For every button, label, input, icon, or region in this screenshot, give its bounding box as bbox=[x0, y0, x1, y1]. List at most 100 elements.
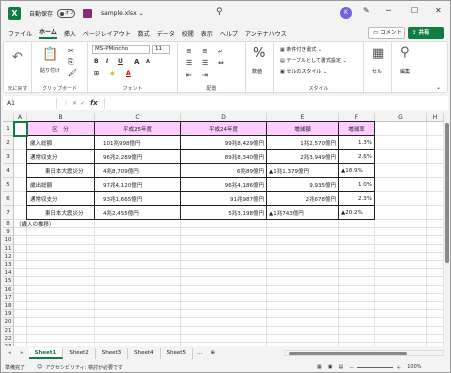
number-label[interactable]: 数値 bbox=[252, 68, 262, 75]
font-color-icon[interactable]: A bbox=[126, 70, 131, 77]
row-header-4[interactable]: 4 bbox=[3, 164, 14, 178]
font-size-select[interactable]: 11 bbox=[152, 45, 170, 54]
increase-font-icon[interactable]: A bbox=[134, 58, 139, 66]
column-header-h[interactable]: H bbox=[427, 113, 444, 122]
table-header-cell[interactable]: 区 分 bbox=[27, 122, 95, 136]
table-cell[interactable]: 1.0% bbox=[341, 178, 372, 192]
tab-view[interactable]: 表示 bbox=[201, 29, 213, 38]
row-header-3[interactable]: 3 bbox=[3, 150, 14, 164]
row-header-16[interactable]: 16 bbox=[3, 285, 14, 294]
comment-button[interactable]: ▭ コメント bbox=[368, 27, 405, 39]
save-icon[interactable] bbox=[83, 8, 93, 18]
zoom-slider[interactable] bbox=[357, 366, 394, 368]
decrease-font-icon[interactable]: A bbox=[146, 59, 150, 65]
align-top-icon[interactable]: ≡ bbox=[186, 47, 192, 55]
minimize-icon[interactable]: ─ bbox=[386, 6, 391, 15]
sheet-tab-3[interactable]: Sheet3 bbox=[96, 347, 129, 359]
bold-icon[interactable]: B bbox=[94, 58, 99, 65]
tab-data[interactable]: データ bbox=[157, 29, 175, 38]
row-header-5[interactable]: 5 bbox=[3, 178, 14, 192]
sheet-more-icon[interactable]: … bbox=[193, 350, 207, 356]
row-header-22[interactable]: 22 bbox=[3, 334, 14, 343]
sheet-tab-1[interactable]: Sheet1 bbox=[28, 347, 64, 359]
find-icon[interactable]: ⚲ bbox=[400, 45, 410, 60]
row-header-17[interactable]: 17 bbox=[3, 293, 14, 302]
row-header-20[interactable]: 20 bbox=[3, 318, 14, 327]
zoom-level[interactable]: 100% bbox=[407, 364, 421, 370]
page-layout-view-icon[interactable]: ▣ bbox=[328, 364, 333, 370]
sheet-next-icon[interactable]: ▸ bbox=[16, 350, 29, 356]
cells-icon[interactable]: ▦ bbox=[372, 46, 384, 61]
paste-label[interactable]: 貼り付け bbox=[40, 67, 60, 74]
row-header-14[interactable]: 14 bbox=[3, 269, 14, 278]
table-cell[interactable]: 2兆678億円 bbox=[269, 192, 337, 206]
vertical-scrollbar[interactable] bbox=[444, 113, 450, 346]
row-header-9[interactable]: 9 bbox=[3, 228, 14, 237]
tab-home[interactable]: ホーム bbox=[39, 27, 57, 39]
table-cell[interactable]: 2.6% bbox=[341, 150, 372, 164]
table-cell[interactable]: 96兆2,289億円 bbox=[103, 150, 179, 164]
table-cell[interactable]: 2兆3,949億円 bbox=[269, 150, 336, 164]
table-cell[interactable]: 4兆8,709億円 bbox=[103, 164, 179, 178]
tab-page-layout[interactable]: ページレイアウト bbox=[83, 29, 131, 38]
pen-icon[interactable]: ✎ bbox=[363, 6, 370, 15]
indent-icon[interactable]: ⇤ bbox=[186, 71, 192, 79]
cell-style-button[interactable]: ▣ セルのスタイル ⌄ bbox=[280, 68, 327, 75]
normal-view-icon[interactable]: ▦ bbox=[317, 364, 322, 370]
row-header-7[interactable]: 7 bbox=[3, 206, 14, 220]
table-header-cell[interactable]: 増減率 bbox=[339, 122, 375, 136]
cut-icon[interactable]: ✂ bbox=[68, 47, 74, 55]
row-header-21[interactable]: 21 bbox=[3, 326, 14, 335]
row-header-13[interactable]: 13 bbox=[3, 261, 14, 270]
spreadsheet-grid[interactable]: A B C D E F G H 1 2 3 4 5 6 7 8 9 10 11 12 13 14 15 16 17 18 19 20 2… bbox=[3, 113, 444, 346]
table-cell[interactable]: 1兆2,570億円 bbox=[269, 136, 336, 150]
merge-icon[interactable]: ⇔ bbox=[218, 59, 224, 67]
filename-chevron-icon[interactable]: ⌄ bbox=[139, 10, 144, 17]
table-header-cell[interactable]: 増減額 bbox=[267, 122, 339, 136]
tab-help[interactable]: ヘルプ bbox=[220, 29, 238, 38]
format-painter-icon[interactable]: 🖌 bbox=[68, 69, 77, 77]
table-cell[interactable]: ▲1兆1,379億円 bbox=[269, 164, 337, 178]
horizontal-scroll-thumb[interactable] bbox=[289, 352, 407, 355]
close-icon[interactable]: ✕ bbox=[435, 6, 442, 15]
underline-icon[interactable]: U bbox=[118, 58, 123, 65]
table-cell[interactable]: ▲1兆743億円 bbox=[269, 206, 337, 220]
table-cell[interactable]: 1.3% bbox=[341, 136, 372, 150]
autosave-toggle[interactable]: オフ bbox=[57, 8, 76, 18]
fill-color-icon[interactable]: ◆ bbox=[110, 70, 115, 77]
avatar[interactable]: K bbox=[340, 7, 352, 19]
tab-file[interactable]: ファイル bbox=[8, 29, 32, 38]
sheet-tab-4[interactable]: Sheet4 bbox=[128, 347, 161, 359]
row-header-8[interactable]: 8 bbox=[3, 220, 14, 229]
tab-review[interactable]: 校閲 bbox=[182, 29, 194, 38]
wrap-text-icon[interactable]: ⤶ bbox=[218, 47, 222, 56]
tab-antennahouse[interactable]: アンテナハウス bbox=[245, 29, 287, 38]
accessibility-status[interactable]: アクセシビリティ: 検討が必要です bbox=[45, 364, 123, 371]
table-header-cell[interactable]: 平成24年度 bbox=[181, 122, 267, 136]
table-cell[interactable]: 5兆3,198億円 bbox=[183, 206, 264, 220]
table-cell[interactable]: ▲20.2% bbox=[341, 206, 373, 220]
collapse-ribbon-icon[interactable]: ⌄ bbox=[436, 84, 441, 91]
table-cell[interactable]: 4兆2,455億円 bbox=[103, 206, 179, 220]
row-header-2[interactable]: 2 bbox=[3, 136, 14, 150]
align-middle-icon[interactable]: ≡ bbox=[202, 47, 208, 55]
zoom-out-icon[interactable]: － bbox=[349, 364, 354, 371]
accessibility-icon[interactable]: ☺ bbox=[37, 364, 42, 370]
align-left-icon[interactable]: ☰ bbox=[186, 59, 192, 67]
table-cell[interactable]: 101兆998億円 bbox=[103, 136, 179, 150]
table-cell[interactable]: 89兆8,340億円 bbox=[183, 150, 264, 164]
row-header-15[interactable]: 15 bbox=[3, 277, 14, 286]
column-header-g[interactable]: G bbox=[375, 113, 427, 122]
share-button[interactable]: ⇪ 共有 bbox=[408, 27, 444, 39]
border-icon[interactable]: ⊞ bbox=[94, 70, 99, 77]
row-header-18[interactable]: 18 bbox=[3, 302, 14, 311]
search-icon[interactable]: ⚲ bbox=[216, 7, 223, 17]
paste-icon[interactable]: 📋 bbox=[42, 47, 58, 62]
sheet-tab-5[interactable]: Sheet5 bbox=[161, 347, 193, 359]
sheet-prev-icon[interactable]: ◂ bbox=[3, 350, 16, 356]
table-cell[interactable]: 2.3% bbox=[341, 192, 372, 206]
row-header-10[interactable]: 10 bbox=[3, 236, 14, 245]
undo-icon[interactable]: ↶ bbox=[12, 50, 23, 65]
sheet-tab-2[interactable]: Sheet2 bbox=[63, 347, 96, 359]
row-header-11[interactable]: 11 bbox=[3, 244, 14, 253]
